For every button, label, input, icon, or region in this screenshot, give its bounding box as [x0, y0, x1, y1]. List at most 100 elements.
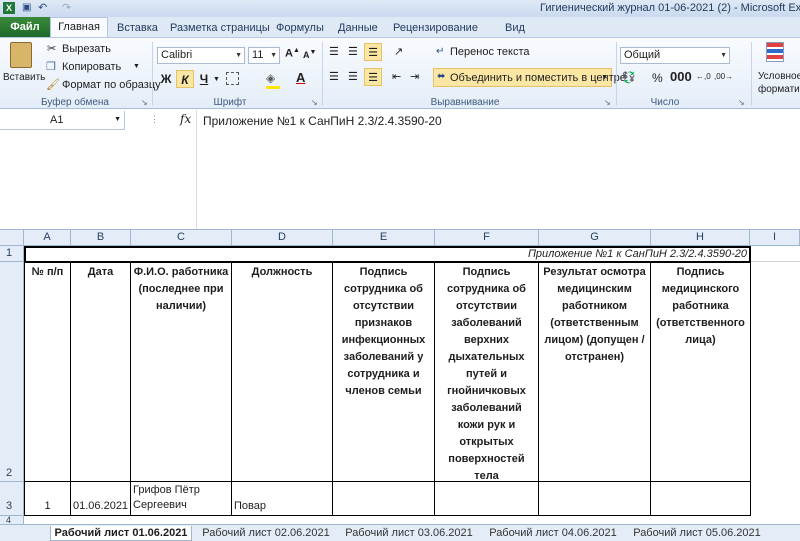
- italic-button[interactable]: К: [176, 70, 194, 88]
- tab-formulas[interactable]: Формулы: [276, 22, 324, 34]
- font-size-value: 11: [252, 49, 264, 61]
- separator: [322, 42, 323, 106]
- column-header-b[interactable]: B: [71, 230, 131, 246]
- undo-icon[interactable]: ↶: [38, 1, 47, 14]
- row-header-2[interactable]: 2: [0, 262, 24, 482]
- format-painter-button[interactable]: Формат по образцу: [62, 79, 161, 91]
- alignment-launcher-icon[interactable]: ↘: [604, 98, 611, 107]
- header-signature-infection[interactable]: Подпись сотрудника об отсутствии признак…: [333, 262, 435, 482]
- tab-view[interactable]: Вид: [505, 22, 525, 34]
- cut-button[interactable]: Вырезать: [62, 43, 111, 55]
- select-all-corner[interactable]: [0, 230, 24, 246]
- sheet-tab-3[interactable]: Рабочий лист 03.06.2021: [340, 526, 478, 541]
- sheet-tab-1[interactable]: Рабочий лист 01.06.2021: [50, 526, 192, 541]
- wrap-text-button[interactable]: Перенос текста: [450, 46, 530, 58]
- cell-num[interactable]: 1: [24, 482, 71, 516]
- column-header-h[interactable]: H: [651, 230, 750, 246]
- conditional-format-button[interactable]: Условное форматирова: [758, 70, 800, 96]
- sheet-tab-4[interactable]: Рабочий лист 04.06.2021: [484, 526, 622, 541]
- cell-g3[interactable]: [539, 482, 651, 516]
- header-signature-respiratory[interactable]: Подпись сотрудника об отсутствии заболев…: [435, 262, 539, 482]
- align-top-icon[interactable]: ☰: [329, 45, 339, 58]
- percent-icon[interactable]: %: [652, 71, 663, 85]
- row-header-3[interactable]: 3: [0, 482, 24, 516]
- decrease-decimal-icon[interactable]: ,00→: [714, 72, 733, 81]
- grow-font-icon[interactable]: A▲: [285, 47, 300, 60]
- header-name[interactable]: Ф.И.О. работника (последнее при наличии): [131, 262, 232, 482]
- separator: [616, 42, 617, 106]
- row-header-1[interactable]: 1: [0, 246, 24, 262]
- font-color-button[interactable]: А: [296, 70, 305, 85]
- redo-icon[interactable]: ↷: [62, 1, 71, 14]
- orientation-icon[interactable]: ↗: [394, 45, 403, 58]
- bold-button[interactable]: Ж: [157, 70, 175, 88]
- cell-h3[interactable]: [651, 482, 751, 516]
- conditional-format-icon: [766, 42, 784, 62]
- splitter-icon[interactable]: ⋮: [150, 114, 159, 125]
- underline-dropdown-icon[interactable]: ▼: [213, 76, 220, 83]
- cell-date[interactable]: 01.06.2021: [71, 482, 131, 516]
- sheet-tab-5[interactable]: Рабочий лист 05.06.2021: [628, 526, 766, 541]
- column-header-c[interactable]: C: [131, 230, 232, 246]
- column-header-i[interactable]: I: [750, 230, 800, 246]
- header-medical-signature[interactable]: Подпись медицинского работника (ответств…: [651, 262, 751, 482]
- cell-i1[interactable]: [751, 246, 800, 262]
- column-header-e[interactable]: E: [333, 230, 435, 246]
- paste-label: Вставить: [3, 72, 46, 83]
- align-right-icon[interactable]: ☰: [364, 68, 382, 86]
- tab-file[interactable]: Файл: [0, 17, 50, 37]
- borders-icon[interactable]: [226, 72, 239, 85]
- copy-button[interactable]: Копировать: [62, 61, 121, 73]
- tab-page-layout[interactable]: Разметка страницы: [170, 22, 270, 34]
- header-date[interactable]: Дата: [71, 262, 131, 482]
- align-left-icon[interactable]: ☰: [329, 70, 339, 83]
- cell-f3[interactable]: [435, 482, 539, 516]
- formula-text: Приложение №1 к СанПиН 2.3/2.4.3590-20: [203, 114, 442, 128]
- header-position[interactable]: Должность: [232, 262, 333, 482]
- number-launcher-icon[interactable]: ↘: [738, 98, 745, 107]
- decrease-indent-icon[interactable]: ⇤: [392, 70, 401, 83]
- increase-indent-icon[interactable]: ⇥: [410, 70, 419, 83]
- font-launcher-icon[interactable]: ↘: [311, 98, 318, 107]
- chevron-down-icon: ▼: [114, 116, 121, 123]
- cell-position[interactable]: Повар: [232, 482, 333, 516]
- save-icon[interactable]: ▣: [22, 2, 31, 13]
- chevron-down-icon: ▼: [235, 52, 242, 59]
- merge-center-button[interactable]: ⬌ Объединить и поместить в центре ▼: [433, 68, 626, 87]
- tab-review[interactable]: Рецензирование: [393, 22, 478, 34]
- copy-icon: ❐: [46, 61, 56, 73]
- copy-dropdown-icon[interactable]: ▼: [133, 63, 140, 70]
- align-middle-icon[interactable]: ☰: [348, 45, 358, 58]
- font-size-select[interactable]: 11 ▼: [248, 47, 280, 64]
- currency-icon[interactable]: 💱: [622, 71, 636, 84]
- shrink-font-icon[interactable]: A▼: [303, 49, 316, 60]
- insert-function-button[interactable]: fx: [180, 112, 191, 126]
- paste-button[interactable]: Вставить: [3, 40, 45, 92]
- cell-name[interactable]: Грифов Пётр Сергеевич: [131, 482, 232, 516]
- header-medical-result[interactable]: Результат осмотра медицинским работником…: [539, 262, 651, 482]
- tab-insert[interactable]: Вставка: [117, 22, 158, 34]
- sheet-tab-2[interactable]: Рабочий лист 02.06.2021: [197, 526, 335, 541]
- alignment-group-label: Выравнивание: [430, 97, 500, 108]
- font-name-select[interactable]: Calibri ▼: [157, 47, 245, 64]
- number-format-select[interactable]: Общий ▼: [620, 47, 730, 64]
- column-header-a[interactable]: A: [24, 230, 71, 246]
- separator: [751, 42, 752, 106]
- column-header-f[interactable]: F: [435, 230, 539, 246]
- column-header-g[interactable]: G: [539, 230, 651, 246]
- underline-button[interactable]: Ч: [195, 70, 213, 88]
- comma-style-icon[interactable]: 000: [670, 69, 692, 84]
- increase-decimal-icon[interactable]: ←,0: [696, 72, 711, 81]
- name-box[interactable]: A1 ▼: [0, 111, 125, 130]
- align-bottom-icon[interactable]: ☰: [364, 43, 382, 61]
- tab-data[interactable]: Данные: [338, 22, 378, 34]
- clipboard-launcher-icon[interactable]: ↘: [141, 98, 148, 107]
- header-num[interactable]: № п/п: [24, 262, 71, 482]
- cell-e3[interactable]: [333, 482, 435, 516]
- column-header-d[interactable]: D: [232, 230, 333, 246]
- formula-input[interactable]: Приложение №1 к СанПиН 2.3/2.4.3590-20: [196, 110, 800, 229]
- tab-home[interactable]: Главная: [50, 17, 108, 38]
- align-center-icon[interactable]: ☰: [348, 70, 358, 83]
- cell-a1-appendix[interactable]: Приложение №1 к СанПиН 2.3/2.4.3590-20: [24, 246, 751, 263]
- fill-color-icon[interactable]: ◈: [266, 71, 275, 85]
